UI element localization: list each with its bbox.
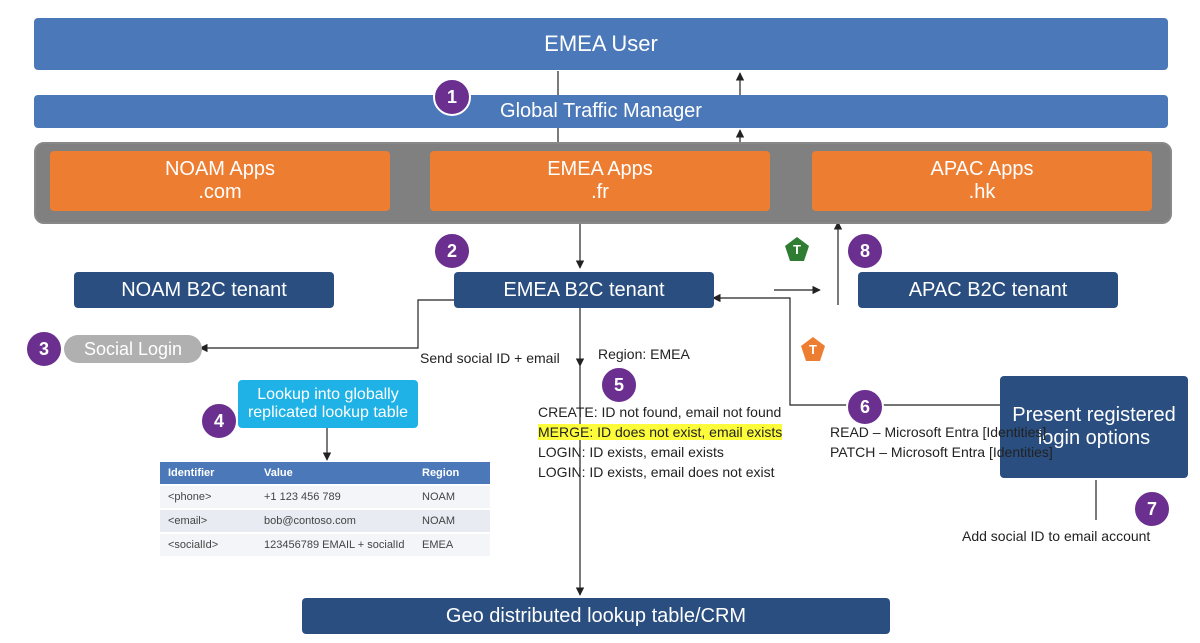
- noam-tenant-box: NOAM B2C tenant: [74, 272, 334, 308]
- apac-tenant-label: APAC B2C tenant: [909, 279, 1068, 302]
- login1-label: LOGIN: ID exists, email exists: [538, 444, 724, 460]
- emea-user-bar: EMEA User: [34, 18, 1168, 70]
- login2-label: LOGIN: ID exists, email does not exist: [538, 464, 775, 480]
- noam-apps-title: NOAM Apps: [165, 158, 275, 181]
- global-traffic-manager-bar: Global Traffic Manager: [34, 95, 1168, 128]
- apac-apps-domain: .hk: [969, 181, 996, 204]
- table-row: <phone>+1 123 456 789NOAM: [160, 485, 490, 509]
- geo-lookup-label: Geo distributed lookup table/CRM: [446, 605, 746, 628]
- token-orange-icon: T: [800, 336, 826, 362]
- step-7-badge: 7: [1133, 490, 1171, 528]
- emea-apps-domain: .fr: [591, 181, 609, 204]
- lookup-table: Identifier Value Region <phone>+1 123 45…: [160, 462, 490, 556]
- emea-tenant-label: EMEA B2C tenant: [503, 279, 664, 302]
- apac-tenant-box: APAC B2C tenant: [858, 272, 1118, 308]
- create-label: CREATE: ID not found, email not found: [538, 404, 781, 420]
- apac-apps-box: APAC Apps .hk: [812, 151, 1152, 211]
- step-1-badge: 1: [433, 78, 471, 116]
- send-social-label: Send social ID + email: [420, 350, 560, 366]
- add-social-label: Add social ID to email account: [962, 528, 1150, 544]
- table-header-region: Region: [414, 462, 490, 485]
- gtm-label: Global Traffic Manager: [500, 100, 702, 123]
- emea-tenant-box: EMEA B2C tenant: [454, 272, 714, 308]
- apac-apps-title: APAC Apps: [930, 158, 1033, 181]
- step-5-badge: 5: [600, 366, 638, 404]
- table-header-row: Identifier Value Region: [160, 462, 490, 485]
- step-6-badge: 6: [846, 388, 884, 426]
- emea-apps-box: EMEA Apps .fr: [430, 151, 770, 211]
- table-row: <email>bob@contoso.comNOAM: [160, 509, 490, 533]
- merge-label: MERGE: ID does not exist, email exists: [538, 424, 782, 440]
- noam-apps-box: NOAM Apps .com: [50, 151, 390, 211]
- lookup-box: Lookup into globally replicated lookup t…: [238, 380, 418, 428]
- step-4-badge: 4: [200, 402, 238, 440]
- table-header-identifier: Identifier: [160, 462, 256, 485]
- step-3-badge: 3: [25, 330, 63, 368]
- noam-tenant-label: NOAM B2C tenant: [121, 279, 287, 302]
- read-label: READ – Microsoft Entra [Identities]: [830, 424, 1046, 440]
- geo-lookup-box: Geo distributed lookup table/CRM: [302, 598, 890, 634]
- table-header-value: Value: [256, 462, 414, 485]
- patch-label: PATCH – Microsoft Entra [Identities]: [830, 444, 1053, 460]
- emea-user-label: EMEA User: [544, 31, 658, 57]
- emea-apps-title: EMEA Apps: [547, 158, 653, 181]
- lookup-box-label: Lookup into globally replicated lookup t…: [242, 386, 414, 422]
- region-label: Region: EMEA: [598, 346, 690, 362]
- table-row: <socialId>123456789 EMAIL + socialIdEMEA: [160, 533, 490, 556]
- noam-apps-domain: .com: [198, 181, 241, 204]
- social-login-label: Social Login: [84, 339, 182, 360]
- token-green-icon: T: [784, 236, 810, 262]
- step-2-badge: 2: [433, 232, 471, 270]
- step-8-badge: 8: [846, 232, 884, 270]
- social-login-box: Social Login: [64, 335, 202, 363]
